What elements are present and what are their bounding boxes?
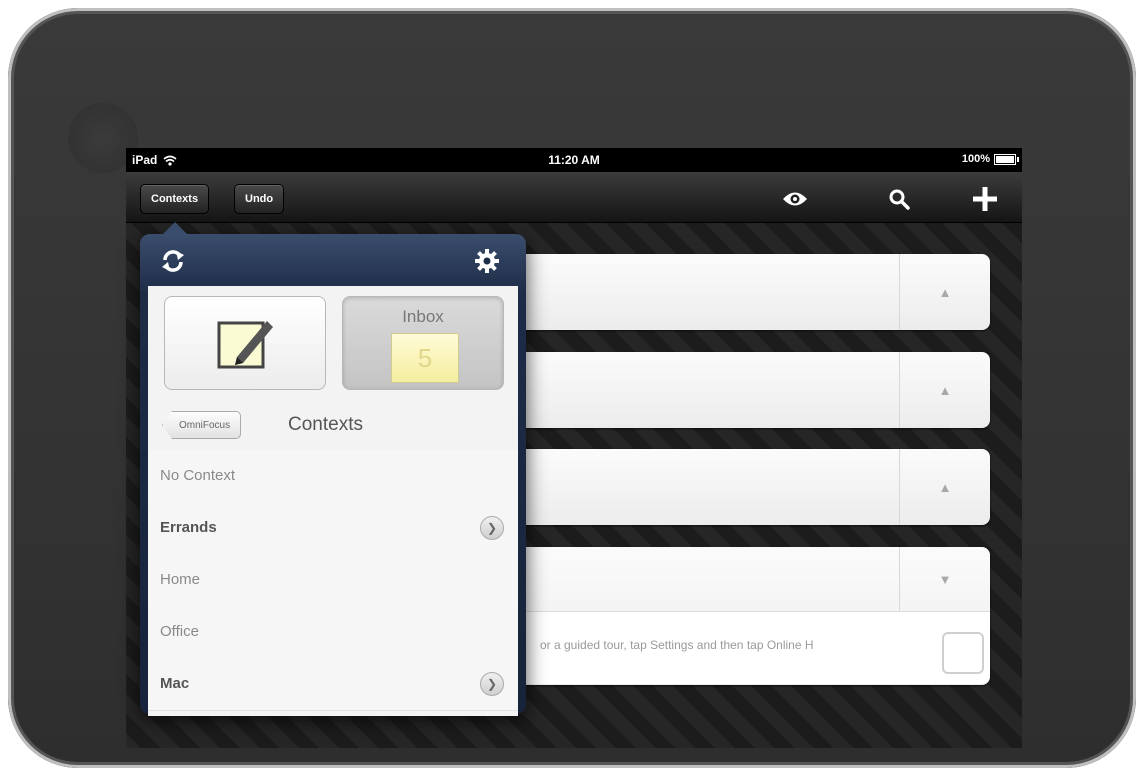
inbox-count-badge: 5: [391, 333, 459, 383]
new-entry-icon: [217, 321, 273, 369]
new-entry-button[interactable]: [164, 296, 326, 390]
eye-icon[interactable]: [778, 184, 812, 214]
context-label: No Context: [160, 467, 236, 484]
contexts-button[interactable]: Contexts: [140, 184, 210, 214]
context-label: Home: [160, 571, 201, 588]
gear-icon[interactable]: [474, 248, 500, 279]
sync-icon[interactable]: [160, 248, 186, 279]
plus-icon[interactable]: [968, 184, 1002, 214]
context-label: Mac: [160, 675, 190, 692]
search-icon[interactable]: [882, 184, 916, 214]
task-checkbox[interactable]: [942, 632, 984, 674]
inbox-button[interactable]: Inbox 5: [342, 296, 504, 390]
popover-panel: Inbox 5 OmniFocus Contexts No Context Er…: [148, 286, 518, 716]
task-text: or a guided tour, tap Settings and then …: [540, 638, 814, 652]
omnifocus-back-button[interactable]: OmniFocus: [162, 411, 242, 439]
context-row[interactable]: Mac ❯: [148, 658, 518, 711]
battery-icon: [994, 153, 1019, 165]
context-row[interactable]: No Context: [148, 450, 518, 503]
collapse-toggle[interactable]: ▲: [899, 352, 990, 428]
contexts-title: Contexts: [288, 414, 363, 435]
contexts-header: OmniFocus Contexts: [148, 398, 518, 451]
context-label: Errands: [160, 519, 217, 536]
status-right: 100%: [961, 153, 1019, 165]
popover-arrow: [162, 222, 188, 235]
collapse-toggle[interactable]: ▲: [899, 254, 990, 330]
status-bar: iPad 11:20 AM 100%: [126, 148, 1022, 172]
collapse-toggle[interactable]: ▲: [899, 449, 990, 525]
expand-toggle[interactable]: ▼: [899, 547, 990, 611]
toolbar: Contexts Undo: [126, 172, 1022, 223]
context-row[interactable]: Errands ❯: [148, 502, 518, 555]
undo-button[interactable]: Undo: [234, 184, 285, 214]
status-time: 11:20 AM: [548, 153, 600, 167]
context-row[interactable]: Office: [148, 606, 518, 659]
context-label: Office: [160, 623, 199, 640]
chevron-right-icon[interactable]: ❯: [480, 672, 504, 696]
chevron-right-icon[interactable]: ❯: [480, 516, 504, 540]
battery-percent: 100%: [961, 153, 990, 165]
inbox-label: Inbox: [402, 307, 444, 326]
context-row[interactable]: Home: [148, 554, 518, 607]
contexts-popover: Inbox 5 OmniFocus Contexts No Context Er…: [140, 222, 526, 716]
